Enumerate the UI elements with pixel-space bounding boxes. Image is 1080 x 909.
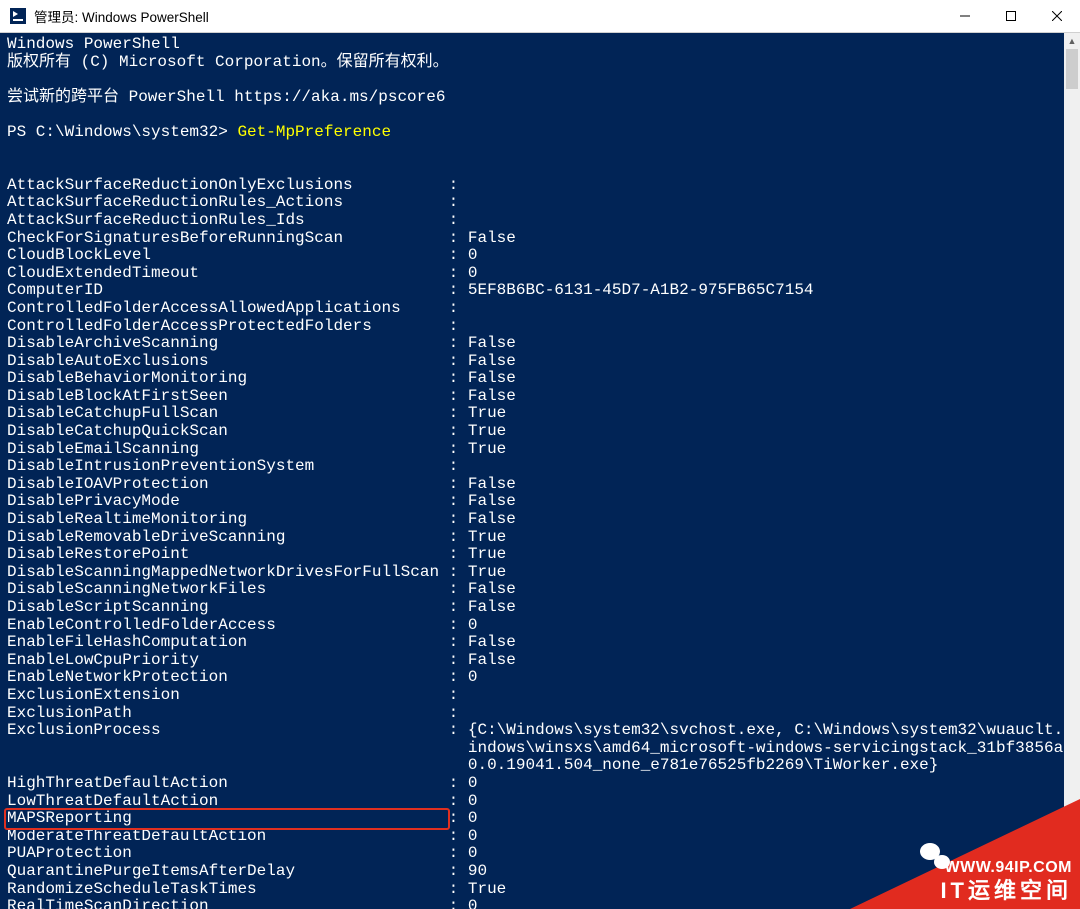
scroll-thumb[interactable] bbox=[1066, 49, 1078, 89]
powershell-window: 管理员: Windows PowerShell Windows PowerShe… bbox=[0, 0, 1080, 909]
window-controls bbox=[942, 0, 1080, 32]
maximize-button[interactable] bbox=[988, 0, 1034, 32]
scroll-up-arrow[interactable]: ▲ bbox=[1064, 33, 1080, 49]
vertical-scrollbar[interactable]: ▲ bbox=[1064, 33, 1080, 909]
close-button[interactable] bbox=[1034, 0, 1080, 32]
console-area[interactable]: Windows PowerShell 版权所有 (C) Microsoft Co… bbox=[0, 33, 1064, 909]
powershell-icon bbox=[10, 8, 26, 24]
window-title: 管理员: Windows PowerShell bbox=[34, 6, 942, 26]
console-output: Windows PowerShell 版权所有 (C) Microsoft Co… bbox=[7, 36, 1064, 909]
titlebar[interactable]: 管理员: Windows PowerShell bbox=[0, 0, 1080, 33]
minimize-button[interactable] bbox=[942, 0, 988, 32]
